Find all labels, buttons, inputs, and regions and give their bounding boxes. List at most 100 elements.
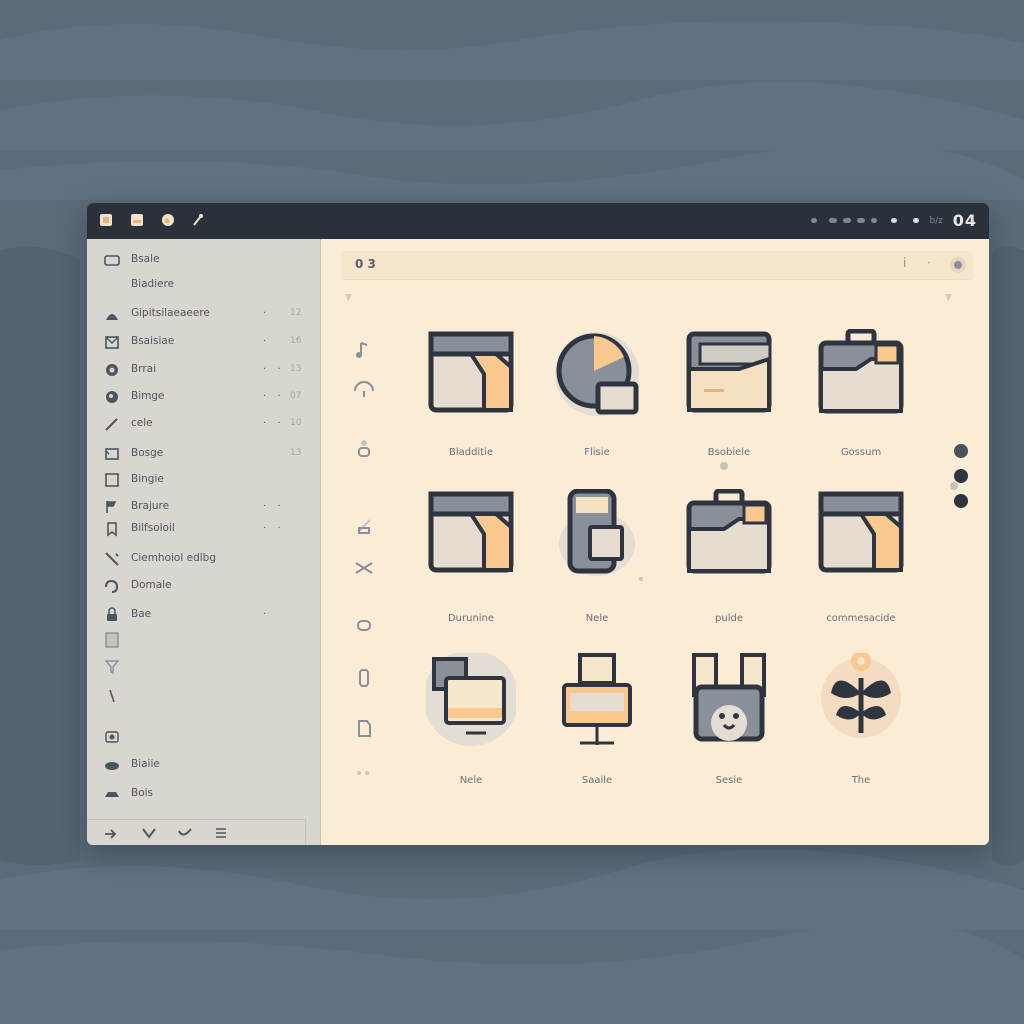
toolbar-label[interactable]: 0 3 bbox=[355, 257, 376, 271]
sidebar-item[interactable]: Biadiere bbox=[87, 274, 320, 296]
dots-icon[interactable] bbox=[353, 761, 375, 783]
grid-tile[interactable]: Nele bbox=[537, 489, 657, 639]
cursor-icon bbox=[109, 689, 115, 703]
grid-tile[interactable]: Sesie bbox=[669, 653, 789, 803]
info-icon[interactable]: i bbox=[903, 256, 906, 270]
pin-icon[interactable] bbox=[191, 213, 205, 227]
file-icon bbox=[105, 632, 119, 648]
sidebar-item-label: Bosge bbox=[131, 447, 164, 459]
sidebar-item-count: 16 bbox=[290, 336, 302, 346]
easel-icon bbox=[562, 653, 632, 745]
mail-icon bbox=[106, 364, 118, 376]
tile-label: Gossum bbox=[840, 447, 882, 458]
sidebar-item[interactable]: Bimge · · 07 bbox=[87, 386, 320, 408]
grid-tile[interactable]: commesacide bbox=[801, 489, 921, 639]
sidebar-item[interactable]: Bsaisiae · 16 bbox=[87, 331, 320, 353]
sidebar-item[interactable]: Gipitsilaeaeere · 12 bbox=[87, 303, 320, 325]
sidebar-item[interactable]: Brrai · · 13 bbox=[87, 359, 320, 381]
status-dot bbox=[913, 218, 919, 223]
sidebar-item-label: Bois bbox=[131, 787, 154, 799]
image-icon bbox=[105, 448, 119, 460]
grid-tile[interactable]: pulde bbox=[669, 489, 789, 639]
sidebar-item[interactable]: Brajure · · bbox=[87, 496, 320, 518]
sidebar-item[interactable]: Bois bbox=[87, 783, 320, 805]
tile-label: Durunine bbox=[447, 613, 495, 624]
status-dot bbox=[811, 218, 817, 223]
sidebar-item-label: Bimge bbox=[131, 390, 165, 402]
sidebar-item[interactable] bbox=[87, 629, 320, 651]
folder-icon bbox=[428, 491, 514, 573]
grid-tile[interactable]: Flisie bbox=[537, 329, 657, 479]
sidebar-item-label: Biaiie bbox=[131, 758, 160, 770]
grid-tile[interactable]: Nele bbox=[411, 653, 531, 803]
tile-label: Sesie bbox=[715, 775, 743, 786]
document-icon bbox=[105, 336, 119, 349]
bottle-icon[interactable] bbox=[353, 667, 375, 689]
collapse-left-icon[interactable]: ▼ bbox=[345, 293, 352, 303]
grid-tile[interactable]: Bladditie bbox=[411, 329, 531, 479]
tile-label: Nele bbox=[459, 775, 483, 786]
folder-stack-icon bbox=[686, 331, 772, 413]
person-icon[interactable] bbox=[353, 437, 375, 459]
collapse-right-icon[interactable]: ▼ bbox=[945, 293, 952, 303]
grid-tile[interactable]: The bbox=[801, 653, 921, 803]
sidebar-item-dots: · · bbox=[263, 418, 285, 429]
sidebar-item-count: 12 bbox=[290, 308, 302, 318]
sidebar-item-count: 13 bbox=[290, 448, 302, 458]
cup-icon[interactable] bbox=[353, 614, 375, 636]
sidebar-item-dots: · · bbox=[263, 364, 285, 375]
clock: 04 bbox=[952, 211, 977, 230]
edit-icon[interactable] bbox=[353, 514, 375, 536]
sidebar-item[interactable]: Ciemhoiol edlbg bbox=[87, 548, 320, 570]
sidebar-item[interactable]: Biaiie bbox=[87, 754, 320, 776]
sidebar-item[interactable] bbox=[87, 685, 320, 707]
music-icon[interactable] bbox=[353, 339, 375, 361]
globe-icon bbox=[106, 391, 118, 403]
grid-tile[interactable]: Bsobiele bbox=[669, 329, 789, 479]
option-button[interactable] bbox=[954, 494, 968, 508]
tray-label: b/z bbox=[929, 216, 943, 226]
sidebar-item-label: Ciemhoiol edlbg bbox=[131, 552, 216, 564]
sidebar-item[interactable]: Bingie bbox=[87, 469, 320, 491]
sidebar-item-label: Bingie bbox=[131, 473, 164, 485]
sidebar-item[interactable] bbox=[87, 656, 320, 678]
sound-icon bbox=[105, 579, 119, 593]
sidebar-item[interactable]: Bosge 13 bbox=[87, 443, 320, 465]
sidebar-item-label: Domale bbox=[131, 579, 172, 591]
twitter-icon[interactable] bbox=[177, 825, 193, 841]
sidebar-item[interactable]: cele · · 10 bbox=[87, 413, 320, 435]
menu-icon[interactable] bbox=[213, 825, 229, 841]
umbrella-icon[interactable] bbox=[353, 379, 375, 401]
maximize-icon[interactable] bbox=[161, 213, 175, 227]
grid-tile[interactable]: Gossum bbox=[801, 329, 921, 479]
sidebar-item[interactable]: Domale bbox=[87, 575, 320, 597]
option-button[interactable] bbox=[954, 469, 968, 483]
app-window: b/z 04 Bsale Biadiere Gipitsilaeaeere · 12 Bs… bbox=[87, 203, 989, 845]
sidebar-item[interactable]: Bsale bbox=[87, 249, 320, 271]
share-icon[interactable] bbox=[103, 825, 119, 841]
folder-icon bbox=[818, 491, 904, 573]
sidebar-item-dots: · bbox=[263, 336, 271, 347]
sidebar-item-label: Bilfsoloil bbox=[131, 522, 175, 534]
monitor-icon bbox=[426, 653, 516, 746]
cloud-icon bbox=[105, 762, 119, 770]
sidebar-item-label: Brrai bbox=[131, 363, 157, 375]
grid-tile[interactable]: Durunine bbox=[411, 489, 531, 639]
sidebar-item-dots: · · bbox=[263, 391, 285, 402]
settings-icon[interactable] bbox=[949, 256, 967, 274]
grid-tile[interactable]: Saaile bbox=[537, 653, 657, 803]
page-icon[interactable] bbox=[353, 717, 375, 739]
square-icon bbox=[105, 473, 119, 487]
plant-icon bbox=[821, 653, 901, 738]
more-dot-icon[interactable]: · bbox=[927, 256, 931, 270]
close-icon[interactable] bbox=[99, 213, 113, 227]
shuffle-icon[interactable] bbox=[353, 557, 375, 579]
minimize-icon[interactable] bbox=[130, 213, 144, 227]
sidebar-item[interactable] bbox=[87, 725, 320, 747]
folder-icon bbox=[428, 331, 514, 413]
bird-icon[interactable] bbox=[141, 825, 157, 841]
sidebar-item[interactable]: Bilfsoloil · · bbox=[87, 518, 320, 540]
info-button[interactable] bbox=[954, 444, 968, 458]
briefcase-icon bbox=[686, 489, 772, 574]
sidebar-item[interactable]: Bae · bbox=[87, 604, 320, 626]
